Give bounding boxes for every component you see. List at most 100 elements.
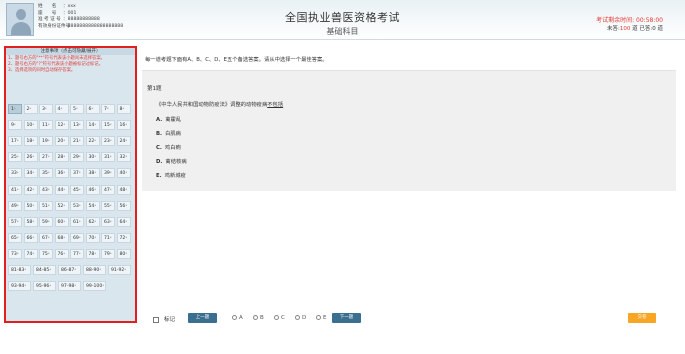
question-number-button[interactable]: 71* [101,232,115,243]
radio-circle-icon[interactable] [253,315,258,320]
question-number-button[interactable]: 76* [54,248,69,259]
radio-circle-icon[interactable] [274,315,279,320]
question-number-button[interactable]: 49* [8,200,22,211]
question-number-button[interactable]: 18* [23,136,38,147]
question-number-button[interactable]: 21* [70,136,84,147]
question-number-button[interactable]: 30* [85,152,100,163]
question-group-button[interactable]: 97-98* [58,281,81,292]
question-number-button[interactable]: 40* [116,168,131,179]
question-number-button[interactable]: 56* [116,200,131,211]
radio-circle-icon[interactable] [316,315,321,320]
question-number-button[interactable]: 60* [54,216,69,227]
question-group-button[interactable]: 99-100* [83,281,106,292]
question-number-button[interactable]: 13* [70,120,84,131]
question-number-button[interactable]: 43* [39,184,53,195]
question-group-button[interactable]: 95-96* [33,281,56,292]
question-number-button[interactable]: 61* [70,216,84,227]
question-number-button[interactable]: 57* [8,216,22,227]
question-number-button[interactable]: 8* [116,104,131,114]
question-number-button[interactable]: 44* [54,184,69,195]
question-number-button[interactable]: 5* [70,104,84,114]
radio-circle-icon[interactable] [232,315,237,320]
question-number-button[interactable]: 35* [39,168,53,179]
option-a[interactable]: A. 禽霍乱 [156,115,181,123]
question-number-button[interactable]: 66* [23,232,38,243]
question-group-button[interactable]: 88-90* [83,265,106,275]
question-number-button[interactable]: 26* [23,152,38,163]
question-number-button[interactable]: 55* [101,200,115,211]
question-number-button[interactable]: 3* [39,104,53,114]
question-number-button[interactable]: 29* [70,152,84,163]
question-number-button[interactable]: 11* [39,120,53,131]
question-number-button[interactable]: 77* [70,248,84,259]
checkbox-icon[interactable] [153,316,159,323]
question-number-button[interactable]: 17* [8,136,22,147]
question-number-button[interactable]: 63* [101,216,115,227]
option-c[interactable]: C. 鸡白痢 [156,143,181,151]
question-number-button[interactable]: 12* [54,120,69,131]
question-number-button[interactable]: 54* [85,200,100,211]
answer-radio-e[interactable]: E [316,315,326,321]
answer-radio-d[interactable]: D [295,315,306,321]
question-number-button[interactable]: 38* [85,168,100,179]
answer-radio-c[interactable]: C [274,315,285,321]
radio-circle-icon[interactable] [295,315,300,320]
mark-checkbox[interactable]: 标记 [153,315,175,323]
question-number-button[interactable]: 74* [23,248,38,259]
question-number-button[interactable]: 78* [85,248,100,259]
question-number-button[interactable]: 9* [8,120,22,131]
question-number-button[interactable]: 51* [39,200,53,211]
question-number-button[interactable]: 52* [54,200,69,211]
question-number-button[interactable]: 1* [8,104,22,114]
question-number-button[interactable]: 70* [85,232,100,243]
option-b[interactable]: B. 白肌病 [156,129,181,137]
next-question-button[interactable]: 下一题 [332,313,361,323]
question-group-button[interactable]: 91-92* [108,265,131,275]
question-number-button[interactable]: 45* [70,184,84,195]
question-group-button[interactable]: 86-87* [58,265,81,275]
question-number-button[interactable]: 53* [70,200,84,211]
question-number-button[interactable]: 67* [39,232,53,243]
question-number-button[interactable]: 72* [116,232,131,243]
question-number-button[interactable]: 15* [101,120,115,131]
question-number-button[interactable]: 2* [23,104,38,114]
question-number-button[interactable]: 64* [116,216,131,227]
question-number-button[interactable]: 7* [101,104,115,114]
question-number-button[interactable]: 36* [54,168,69,179]
answer-radio-b[interactable]: B [253,315,264,321]
question-number-button[interactable]: 69* [70,232,84,243]
option-e[interactable]: E. 鸡新城疫 [156,171,186,179]
question-number-button[interactable]: 73* [8,248,22,259]
question-number-button[interactable]: 10* [23,120,38,131]
question-number-button[interactable]: 23* [101,136,115,147]
question-number-button[interactable]: 75* [39,248,53,259]
question-number-button[interactable]: 34* [23,168,38,179]
question-number-button[interactable]: 65* [8,232,22,243]
notice-toggle[interactable]: 注意事项（点击可隐藏/展开） [6,48,135,55]
question-number-button[interactable]: 22* [85,136,100,147]
question-number-button[interactable]: 37* [70,168,84,179]
question-number-button[interactable]: 16* [116,120,131,131]
question-number-button[interactable]: 14* [85,120,100,131]
submit-exam-button[interactable]: 交卷 [628,313,656,323]
question-number-button[interactable]: 33* [8,168,22,179]
question-number-button[interactable]: 25* [8,152,22,163]
question-number-button[interactable]: 27* [39,152,53,163]
question-group-button[interactable]: 81-83* [8,265,31,275]
question-number-button[interactable]: 6* [85,104,100,114]
answer-radio-a[interactable]: A [232,315,243,321]
option-d[interactable]: D. 禽结核病 [156,157,187,165]
question-number-button[interactable]: 79* [101,248,115,259]
question-number-button[interactable]: 32* [116,152,131,163]
question-number-button[interactable]: 41* [8,184,22,195]
question-number-button[interactable]: 68* [54,232,69,243]
question-number-button[interactable]: 62* [85,216,100,227]
question-number-button[interactable]: 80* [116,248,131,259]
question-number-button[interactable]: 31* [101,152,115,163]
prev-question-button[interactable]: 上一题 [188,313,217,323]
question-number-button[interactable]: 59* [39,216,53,227]
question-number-button[interactable]: 50* [23,200,38,211]
question-number-button[interactable]: 48* [116,184,131,195]
question-number-button[interactable]: 46* [85,184,100,195]
question-group-button[interactable]: 93-94* [8,281,31,292]
